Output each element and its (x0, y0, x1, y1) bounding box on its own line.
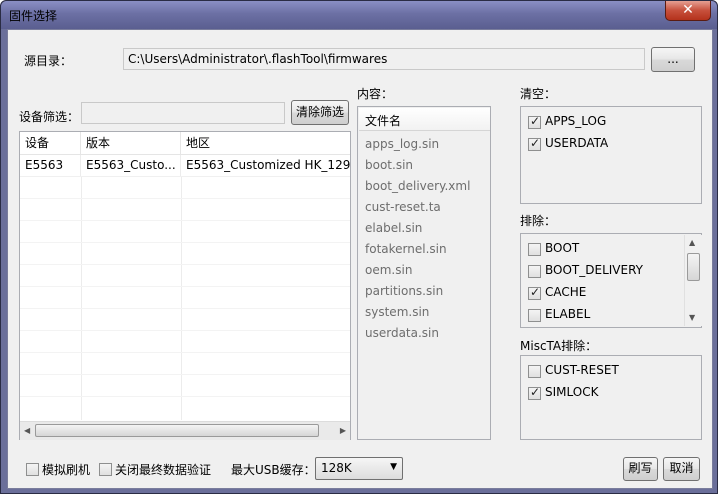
cell-region: E5563_Customized HK_129... (186, 158, 350, 172)
row-line (20, 308, 350, 309)
column-header-region[interactable]: 地区 (181, 132, 350, 154)
list-item[interactable]: fotakernel.sin (365, 242, 447, 256)
list-item[interactable]: oem.sin (365, 263, 412, 277)
scroll-right-icon[interactable]: ▶ (340, 426, 346, 435)
exclude-checkbox-cache[interactable] (528, 285, 541, 300)
scroll-up-icon[interactable]: ▲ (689, 238, 695, 247)
column-header-device[interactable]: 设备 (20, 132, 81, 154)
firmware-table: 设备 版本 地区 E5563 E5563_Custo... E5563_Cust… (19, 131, 351, 440)
row-line (20, 374, 350, 375)
exclude-list: BOOT BOOT_DELIVERY CACHE ELABEL ▲ ▼ (520, 233, 702, 328)
miscta-checkbox-simlock[interactable] (528, 385, 541, 400)
table-row[interactable]: E5563 E5563_Custo... E5563_Customized HK… (20, 155, 350, 177)
window: 固件选择 ✕ 源目录： C:\Users\Administrator\.flas… (0, 0, 718, 494)
browse-button[interactable]: ... (651, 47, 695, 72)
row-line (20, 198, 350, 199)
row-line (20, 330, 350, 331)
table-header: 设备 版本 地区 (20, 132, 350, 155)
content-label: 内容： (357, 87, 394, 101)
scroll-thumb[interactable] (35, 424, 319, 437)
list-item[interactable]: boot_delivery.xml (365, 179, 470, 193)
row-line (20, 242, 350, 243)
miscta-list: CUST-RESET SIMLOCK (520, 355, 702, 440)
dialog-body: 源目录： C:\Users\Administrator\.flashTool\f… (7, 29, 713, 489)
cell-device: E5563 (20, 155, 81, 176)
exclude-item-label: ELABEL (545, 307, 591, 321)
horizontal-scrollbar[interactable]: ◀ ▶ (20, 421, 350, 440)
row-line (20, 220, 350, 221)
title-bar: 固件选择 ✕ (1, 1, 717, 29)
row-line (20, 286, 350, 287)
disable-verify-checkbox[interactable] (99, 463, 112, 476)
source-dir-label: 源目录： (24, 54, 73, 68)
flash-button[interactable]: 刷写 (623, 457, 658, 481)
exclude-checkbox-elabel[interactable] (528, 309, 541, 322)
exclude-label: 排除： (520, 214, 557, 228)
scroll-left-icon[interactable]: ◀ (24, 426, 30, 435)
chevron-down-icon: ▼ (390, 462, 397, 472)
cancel-button[interactable]: 取消 (663, 457, 700, 481)
wipe-checkbox-userdata[interactable] (528, 136, 541, 151)
clear-filter-button[interactable]: 清除筛选 (291, 100, 349, 125)
simulate-checkbox[interactable] (26, 463, 39, 476)
wipe-checkbox-apps-log[interactable] (528, 114, 541, 129)
list-item[interactable]: userdata.sin (365, 326, 439, 340)
scroll-down-icon[interactable]: ▼ (689, 313, 695, 322)
list-item[interactable]: partitions.sin (365, 284, 443, 298)
wipe-list: APPS_LOG USERDATA (520, 106, 702, 204)
exclude-checkbox-boot-delivery[interactable] (528, 265, 541, 278)
device-filter-input[interactable] (81, 102, 285, 124)
close-button[interactable]: ✕ (665, 1, 711, 21)
file-list-header[interactable]: 文件名 (359, 108, 490, 131)
row-line (20, 396, 350, 397)
usb-buffer-value: 128K (321, 461, 352, 475)
list-item[interactable]: boot.sin (365, 158, 413, 172)
simulate-label: 模拟刷机 (42, 463, 91, 477)
wipe-item-label: APPS_LOG (545, 114, 607, 128)
exclude-item-label: CACHE (545, 285, 587, 299)
list-item[interactable]: elabel.sin (365, 221, 422, 235)
column-divider (181, 177, 182, 420)
scroll-thumb[interactable] (687, 253, 700, 281)
disable-verify-label: 关闭最终数据验证 (115, 463, 212, 477)
close-icon: ✕ (682, 2, 694, 18)
column-header-version[interactable]: 版本 (81, 132, 181, 154)
wipe-label: 清空： (520, 87, 557, 101)
window-title: 固件选择 (9, 9, 58, 23)
miscta-label: MiscTA排除： (520, 339, 598, 353)
usb-buffer-label: 最大USB缓存： (231, 463, 316, 477)
vertical-scrollbar[interactable]: ▲ ▼ (684, 235, 702, 326)
exclude-item-label: BOOT (545, 241, 580, 255)
wipe-item-label: USERDATA (545, 136, 609, 150)
list-item[interactable]: cust-reset.ta (365, 200, 441, 214)
source-dir-path: C:\Users\Administrator\.flashTool\firmwa… (128, 52, 388, 66)
cell-version: E5563_Custo... (81, 155, 181, 176)
exclude-item-label: BOOT_DELIVERY (545, 263, 643, 277)
miscta-item-label: CUST-RESET (545, 363, 619, 377)
source-dir-field[interactable]: C:\Users\Administrator\.flashTool\firmwa… (123, 48, 645, 70)
miscta-checkbox-cust-reset[interactable] (528, 365, 541, 378)
list-item[interactable]: system.sin (365, 305, 429, 319)
column-divider (81, 177, 82, 420)
exclude-checkbox-boot[interactable] (528, 243, 541, 256)
list-item[interactable]: apps_log.sin (365, 137, 439, 151)
miscta-item-label: SIMLOCK (545, 385, 599, 399)
file-list: 文件名 apps_log.sin boot.sin boot_delivery.… (357, 106, 491, 440)
usb-buffer-select[interactable]: 128K ▼ (315, 457, 403, 480)
row-line (20, 264, 350, 265)
device-filter-label: 设备筛选： (19, 110, 80, 124)
row-line (20, 352, 350, 353)
file-name-column: 文件名 (365, 114, 402, 128)
